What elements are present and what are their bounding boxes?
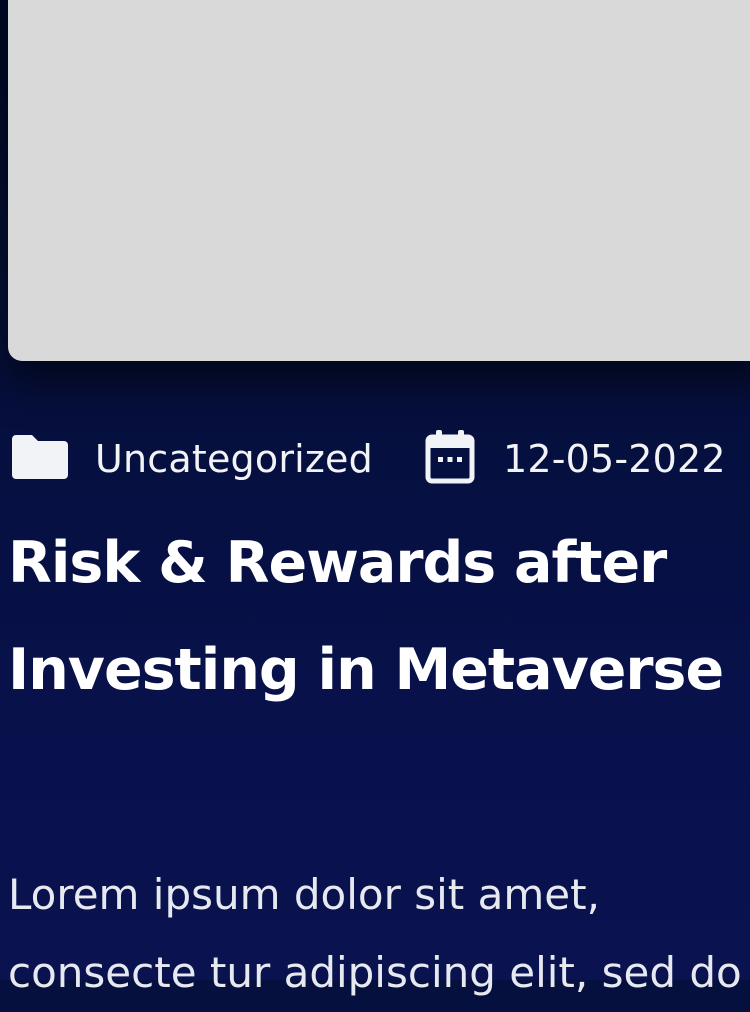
calendar-icon: [425, 430, 475, 488]
folder-icon: [12, 435, 68, 483]
post-meta: Uncategorized 12-05-2022: [12, 430, 726, 488]
post-title[interactable]: Risk & Rewards after Investing in Metave…: [8, 510, 738, 724]
post-excerpt: Lorem ipsum dolor sit amet, consecte tur …: [8, 856, 750, 1012]
excerpt-line: Lorem ipsum dolor sit amet,: [8, 870, 600, 919]
post-date: 12-05-2022: [425, 430, 726, 488]
excerpt-line: consecte tur adipiscing elit, sed do: [8, 948, 742, 997]
post-category-label[interactable]: Uncategorized: [95, 437, 373, 481]
post-category[interactable]: Uncategorized: [12, 435, 373, 483]
post-featured-image[interactable]: [8, 0, 750, 361]
post-date-label: 12-05-2022: [502, 437, 726, 481]
